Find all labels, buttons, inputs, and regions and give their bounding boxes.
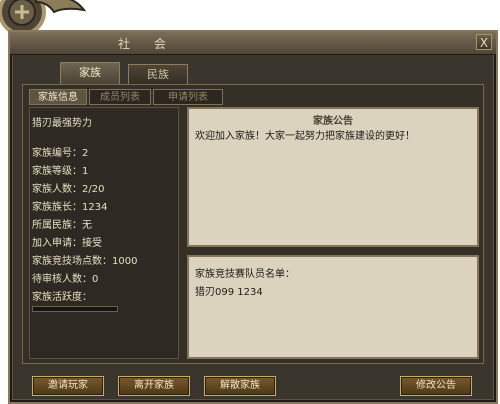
family-info-panel: 猎刃最强势力 家族编号：2 家族等级：1 家族人数：2/20 家族族长：1234… bbox=[29, 107, 179, 359]
arena-roster-box: 家族竞技赛队员名单： 猎刃099 1234 bbox=[187, 255, 479, 359]
notice-title: 家族公告 bbox=[313, 116, 353, 127]
disband-family-button[interactable]: 解散家族 bbox=[204, 376, 276, 396]
family-level: 家族等级：1 bbox=[32, 166, 89, 177]
close-button[interactable]: X bbox=[476, 34, 492, 50]
family-name: 猎刃最强势力 bbox=[32, 118, 92, 129]
window-titlebar[interactable]: 社 会 X bbox=[10, 32, 496, 55]
subtab-family-info[interactable]: 家族信息 bbox=[29, 89, 87, 105]
invite-player-button[interactable]: 邀请玩家 bbox=[32, 376, 104, 396]
family-id: 家族编号：2 bbox=[32, 148, 89, 159]
arena-roster-title: 家族竞技赛队员名单： bbox=[195, 269, 295, 280]
arena-points: 家族竞技场点数：1000 bbox=[32, 256, 138, 267]
leave-family-button[interactable]: 离开家族 bbox=[118, 376, 190, 396]
family-nation: 所属民族：无 bbox=[32, 220, 92, 231]
subtab-application-list[interactable]: 申请列表 bbox=[153, 89, 223, 105]
window-title: 社 会 bbox=[118, 37, 176, 51]
society-window: 社 会 X 家族 民族 家族信息 成员列表 申请列表 猎刃最强势力 家族编号：2… bbox=[8, 30, 498, 404]
notice-text: 欢迎加入家族！大家一起努力把家族建设的更好！ bbox=[195, 131, 415, 142]
arena-roster-member: 猎刃099 1234 bbox=[195, 287, 263, 298]
tab-family[interactable]: 家族 bbox=[60, 62, 120, 84]
family-activity-label: 家族活跃度： bbox=[32, 292, 92, 303]
family-activity-bar bbox=[32, 306, 118, 312]
join-application-setting: 加入申请：接受 bbox=[32, 238, 102, 249]
family-member-count: 家族人数：2/20 bbox=[32, 184, 105, 195]
pending-review-count: 待审核人数：0 bbox=[32, 274, 99, 285]
edit-notice-button[interactable]: 修改公告 bbox=[400, 376, 472, 396]
tab-nation[interactable]: 民族 bbox=[128, 64, 188, 84]
family-notice-box: 家族公告 欢迎加入家族！大家一起努力把家族建设的更好！ bbox=[187, 107, 479, 247]
subtab-member-list[interactable]: 成员列表 bbox=[89, 89, 151, 105]
family-tab-panel: 家族信息 成员列表 申请列表 猎刃最强势力 家族编号：2 家族等级：1 家族人数… bbox=[22, 84, 484, 364]
family-leader: 家族族长：1234 bbox=[32, 202, 108, 213]
